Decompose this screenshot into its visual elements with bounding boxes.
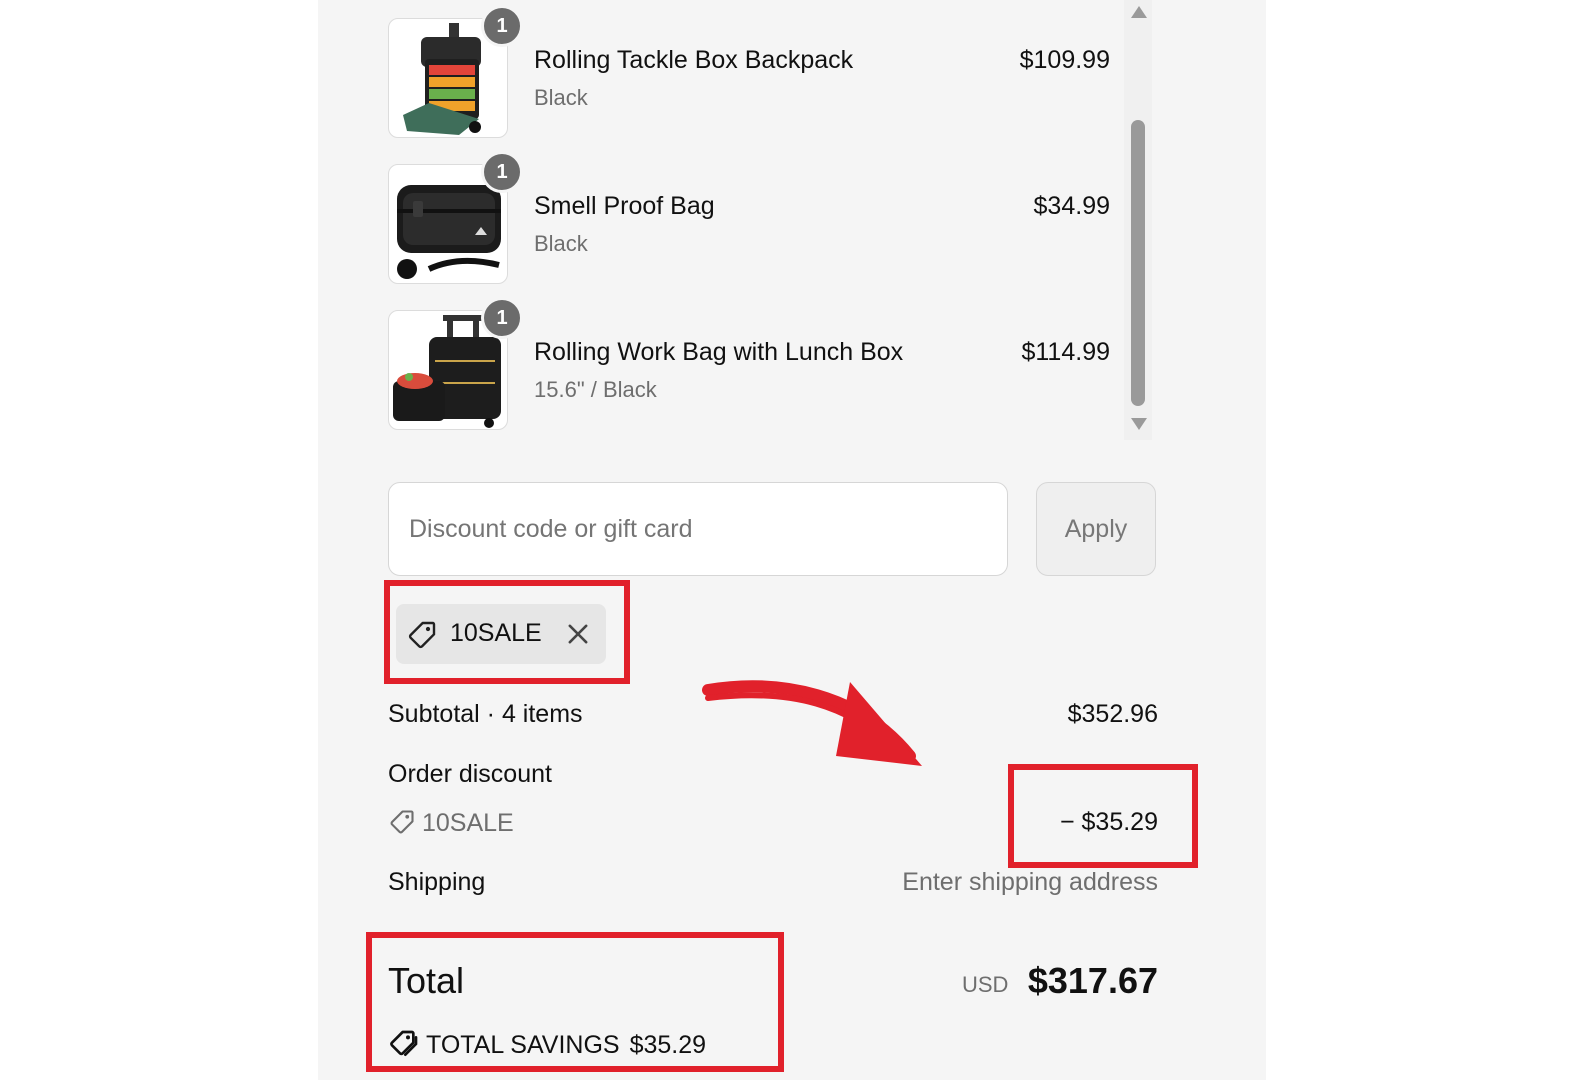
quantity-badge: 1 [481,5,523,47]
scroll-down-arrow-icon[interactable] [1131,418,1147,430]
product-name: Rolling Tackle Box Backpack [534,46,854,74]
product-variant: Black [534,85,588,110]
product-price: $109.99 [1019,46,1110,74]
product-thumbnail: 1 [388,5,523,138]
total-savings-value: $35.29 [629,1031,707,1059]
product-name: Rolling Work Bag with Lunch Box [534,338,904,366]
shipping-value: Enter shipping address [902,868,1158,896]
scrollbar-thumb[interactable] [1131,120,1145,406]
product-name: Smell Proof Bag [534,192,715,220]
applied-discount-chip: 10SALE [396,604,606,664]
tag-icon [408,621,436,649]
order-discount-value: − $35.29 [1059,808,1158,836]
total-value: $317.67 [1027,960,1158,1001]
product-price: $114.99 [1021,338,1110,366]
product-thumbnail: 1 [388,297,523,430]
order-discount-label: Order discount [388,760,552,788]
tag-icon [390,810,414,834]
annotation-arrow-icon [702,680,922,766]
tags-icon [390,1030,418,1056]
quantity-badge: 1 [481,297,523,339]
order-discount-code: 10SALE [422,809,514,837]
remove-discount-close-icon[interactable] [564,620,592,648]
subtotal-value: $352.96 [1067,700,1158,728]
shipping-label: Shipping [388,868,486,896]
item-list-scrollbar[interactable] [1124,0,1152,440]
scroll-up-arrow-icon[interactable] [1131,6,1147,18]
product-price: $34.99 [1033,192,1110,220]
line-item: 1 Rolling Tackle Box Backpack Black $109… [388,5,1128,140]
total-label: Total [388,960,465,1001]
product-variant: 15.6" / Black [534,377,657,402]
product-variant: Black [534,231,588,256]
line-item: 1 Rolling Work Bag with Lunch Box 15.6" … [388,297,1128,432]
total-savings-row: TOTAL SAVINGS $35.29 [388,1028,706,1060]
line-item: 1 Smell Proof Bag Black $34.99 [388,151,1128,286]
product-thumbnail: 1 [388,151,523,284]
total-savings-label: TOTAL SAVINGS [426,1031,620,1059]
subtotal-label: Subtotal · 4 items [388,700,583,728]
currency-code: USD [962,972,1009,997]
order-discount-code-row: 10SALE [388,808,514,838]
discount-code-input[interactable] [388,482,1008,576]
quantity-badge: 1 [481,151,523,193]
applied-discount-code: 10SALE [450,619,542,647]
apply-discount-button[interactable]: Apply [1036,482,1156,576]
